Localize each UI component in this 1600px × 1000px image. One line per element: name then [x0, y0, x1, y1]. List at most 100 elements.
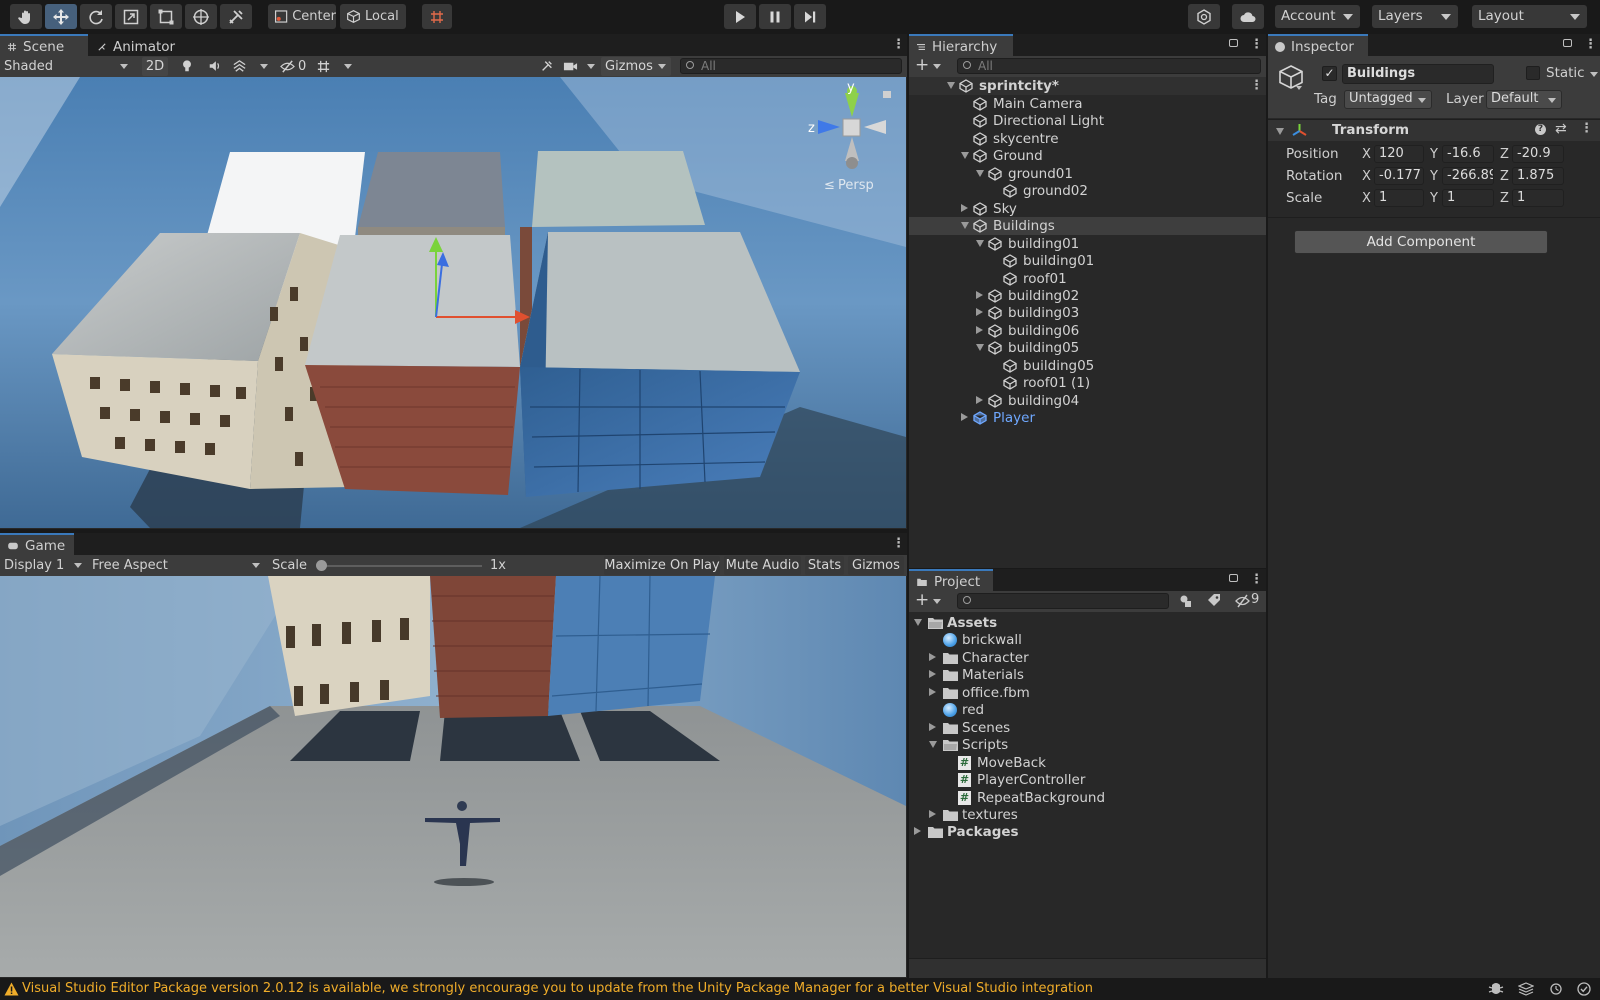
- tab-project[interactable]: Project: [909, 569, 993, 591]
- persp-label[interactable]: Persp: [838, 178, 874, 193]
- chevron-right-icon[interactable]: [961, 413, 968, 422]
- hierarchy-row[interactable]: Sky: [909, 200, 1266, 218]
- lock-icon[interactable]: [1229, 39, 1238, 47]
- game-viewport[interactable]: [0, 576, 906, 977]
- add-icon[interactable]: +: [915, 591, 929, 610]
- stats-toggle[interactable]: Stats: [805, 556, 844, 575]
- cache-server-icon[interactable]: [1518, 982, 1534, 996]
- chevron-right-icon[interactable]: [976, 395, 983, 404]
- rotation-z-input[interactable]: 1.875: [1512, 167, 1564, 185]
- transform-menu-icon[interactable]: ⋮: [1580, 121, 1593, 136]
- collab-button[interactable]: [1188, 4, 1220, 29]
- scale-slider-handle[interactable]: [316, 560, 327, 571]
- tab-scene[interactable]: Scene: [0, 34, 88, 56]
- position-y-input[interactable]: -16.6: [1442, 145, 1494, 163]
- chevron-down-icon[interactable]: [961, 222, 969, 230]
- effects-dropdown[interactable]: [232, 57, 270, 76]
- tab-game[interactable]: Game: [0, 533, 74, 555]
- game-menu-icon[interactable]: ⋮: [892, 536, 905, 551]
- scale-slider[interactable]: [320, 565, 482, 567]
- status-message[interactable]: Visual Studio Editor Package version 2.0…: [22, 981, 1093, 996]
- hierarchy-row[interactable]: building02: [909, 287, 1266, 305]
- tab-hierarchy[interactable]: Hierarchy: [909, 34, 1013, 56]
- custom-tool-icon[interactable]: [220, 4, 252, 29]
- chevron-right-icon[interactable]: [929, 722, 936, 731]
- hierarchy-row[interactable]: roof01: [909, 270, 1266, 288]
- hierarchy-row[interactable]: ground02: [909, 182, 1266, 200]
- chevron-right-icon[interactable]: [976, 325, 983, 334]
- scene-root-menu-icon[interactable]: ⋮: [1250, 77, 1263, 95]
- project-item[interactable]: Assets: [909, 614, 1266, 632]
- inspector-menu-icon[interactable]: ⋮: [1584, 37, 1597, 52]
- maximize-on-play-toggle[interactable]: Maximize On Play: [604, 556, 720, 575]
- chevron-down-icon[interactable]: [914, 619, 922, 626]
- hierarchy-row[interactable]: skycentre: [909, 130, 1266, 148]
- project-item[interactable]: Packages: [909, 823, 1266, 841]
- tools-button[interactable]: [537, 57, 557, 76]
- game-gizmos-dropdown[interactable]: Gizmos: [848, 556, 904, 575]
- hierarchy-menu-icon[interactable]: ⋮: [1250, 37, 1263, 52]
- hierarchy-row[interactable]: roof01 (1): [909, 374, 1266, 392]
- label-tag-icon[interactable]: [1207, 594, 1221, 608]
- account-dropdown[interactable]: Account: [1275, 5, 1360, 28]
- lock-icon[interactable]: [883, 91, 891, 98]
- project-item[interactable]: Character: [909, 649, 1266, 667]
- grid-dropdown[interactable]: [316, 57, 356, 76]
- transform-header[interactable]: Transform ? ⇄ ⋮: [1268, 119, 1600, 141]
- grid-snap-button[interactable]: [422, 4, 452, 29]
- display-dropdown[interactable]: Display 1: [0, 556, 86, 575]
- scene-root-row[interactable]: sprintcity* ⋮: [909, 77, 1266, 95]
- cloud-button[interactable]: [1232, 4, 1264, 29]
- help-icon[interactable]: ?: [1535, 124, 1546, 135]
- check-circle-icon[interactable]: [1576, 982, 1592, 996]
- scale-y-input[interactable]: 1: [1442, 189, 1494, 207]
- tab-inspector[interactable]: Inspector: [1268, 34, 1368, 56]
- scale-tool-icon[interactable]: [115, 4, 147, 29]
- hierarchy-row[interactable]: building01: [909, 235, 1266, 253]
- tag-dropdown[interactable]: Untagged: [1344, 90, 1432, 109]
- chevron-right-icon[interactable]: [929, 652, 936, 661]
- chevron-down-icon[interactable]: [976, 344, 984, 352]
- chevron-right-icon[interactable]: [929, 687, 936, 696]
- chevron-right-icon[interactable]: [976, 308, 983, 317]
- hierarchy-row[interactable]: Directional Light: [909, 112, 1266, 130]
- position-x-input[interactable]: 120: [1374, 145, 1424, 163]
- presets-icon[interactable]: ⇄: [1555, 121, 1567, 137]
- step-button[interactable]: [794, 4, 826, 29]
- aspect-dropdown[interactable]: Free Aspect: [88, 556, 264, 575]
- chevron-down-icon[interactable]: [961, 152, 969, 160]
- hierarchy-row[interactable]: Ground: [909, 147, 1266, 165]
- eye-slash-icon[interactable]: [1235, 594, 1250, 608]
- mute-audio-toggle[interactable]: Mute Audio: [724, 556, 801, 575]
- project-item[interactable]: red: [909, 701, 1266, 719]
- hierarchy-row[interactable]: building06: [909, 322, 1266, 340]
- chevron-down-icon[interactable]: [976, 239, 984, 247]
- rotation-x-input[interactable]: -0.177: [1374, 167, 1424, 185]
- chevron-down-icon[interactable]: [929, 741, 937, 749]
- scene-viewport[interactable]: y z Persp ≤: [0, 77, 906, 528]
- transform-tool-icon[interactable]: [185, 4, 217, 29]
- hierarchy-row[interactable]: Player: [909, 409, 1266, 427]
- pivot-center-button[interactable]: Center: [268, 4, 336, 29]
- project-item[interactable]: office.fbm: [909, 684, 1266, 702]
- add-component-button[interactable]: Add Component: [1294, 230, 1548, 254]
- layer-dropdown[interactable]: Default: [1486, 90, 1562, 109]
- scale-z-input[interactable]: 1: [1512, 189, 1564, 207]
- lock-icon[interactable]: [1563, 39, 1572, 47]
- project-menu-icon[interactable]: ⋮: [1250, 572, 1263, 587]
- chevron-right-icon[interactable]: [961, 203, 968, 212]
- chevron-right-icon[interactable]: [976, 290, 983, 299]
- space-local-button[interactable]: Local: [340, 4, 406, 29]
- hierarchy-search-input[interactable]: All: [957, 58, 1261, 74]
- hierarchy-row[interactable]: building03: [909, 304, 1266, 322]
- project-item[interactable]: brickwall: [909, 631, 1266, 649]
- draw-mode-dropdown[interactable]: Shaded: [0, 57, 132, 76]
- filter-type-icon[interactable]: [1179, 594, 1193, 608]
- scene-search-input[interactable]: All: [680, 58, 902, 74]
- hierarchy-row[interactable]: ground01: [909, 165, 1266, 183]
- chevron-right-icon[interactable]: [914, 827, 921, 836]
- lighting-toggle[interactable]: [176, 57, 198, 76]
- chevron-right-icon[interactable]: [929, 809, 936, 818]
- scene-visibility-toggle[interactable]: 0: [280, 57, 314, 76]
- project-search-input[interactable]: [957, 593, 1169, 609]
